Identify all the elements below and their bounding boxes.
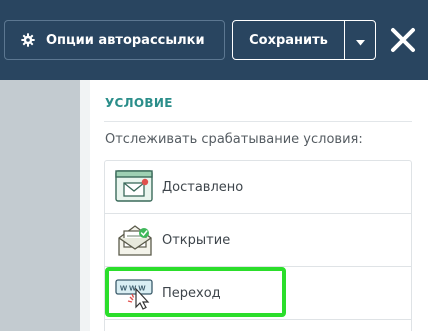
close-icon (389, 28, 417, 58)
option-delivered-label: Доставлено (162, 179, 244, 195)
www-click-cursor-icon: W W W (115, 275, 155, 311)
save-dropdown-toggle[interactable] (345, 21, 375, 59)
section-title: УСЛОВИЕ (105, 96, 173, 110)
autoresponder-options-button[interactable]: Опции авторассылки (4, 20, 225, 60)
top-toolbar: Опции авторассылки Сохранить (0, 0, 428, 80)
panel-shadow-edge (80, 80, 90, 331)
section-divider (104, 121, 412, 122)
caret-down-icon (355, 31, 365, 50)
open-envelope-check-icon (115, 222, 155, 258)
svg-text:W W W: W W W (120, 284, 146, 293)
instruction-text: Отслеживать срабатывание условия: (105, 132, 363, 147)
save-button-group: Сохранить (232, 20, 376, 60)
save-button[interactable]: Сохранить (233, 21, 344, 59)
close-button[interactable] (389, 26, 417, 54)
option-delivered[interactable]: Доставлено (105, 161, 411, 214)
background-canvas (0, 80, 80, 331)
condition-panel: УСЛОВИЕ Отслеживать срабатывание условия… (90, 80, 428, 331)
option-click[interactable]: W W W Переход (105, 267, 411, 320)
envelope-delivered-icon (115, 169, 155, 205)
option-click-label: Переход (162, 285, 221, 301)
option-opened[interactable]: Открытие (105, 214, 411, 267)
save-button-label: Сохранить (249, 32, 328, 48)
condition-options-list: Доставлено Открытие W W W Переход (104, 160, 412, 331)
option-opened-label: Открытие (162, 232, 231, 248)
autoresponder-options-label: Опции авторассылки (46, 32, 205, 48)
gear-icon (21, 33, 35, 47)
